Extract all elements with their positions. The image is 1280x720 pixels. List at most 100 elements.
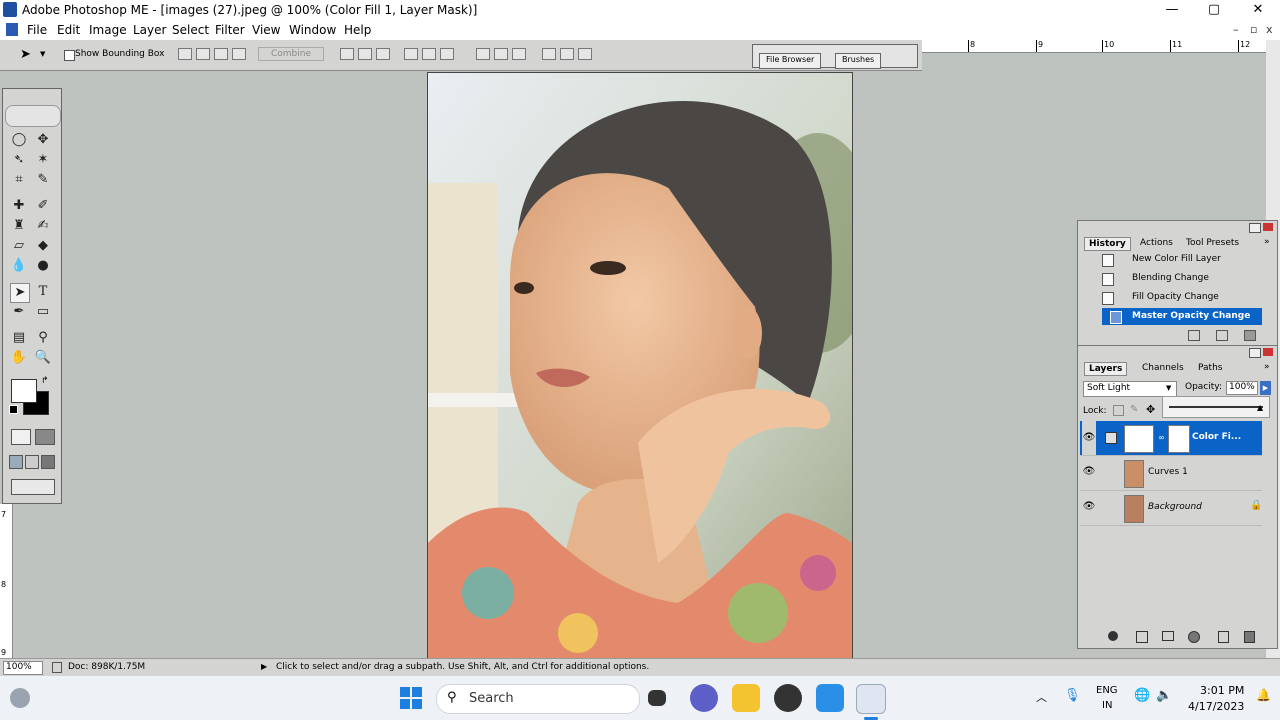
add-mask-icon[interactable] — [1136, 631, 1148, 643]
start-button[interactable] — [400, 687, 422, 709]
quick-mask-mode-icon[interactable] — [35, 429, 55, 445]
file-explorer-icon[interactable] — [732, 684, 760, 712]
clone-stamp-tool-icon[interactable]: ♜ — [10, 217, 28, 235]
slice-tool-icon[interactable]: ✎ — [34, 171, 52, 189]
search-box[interactable]: ⚲ Search — [436, 684, 640, 714]
tab-history[interactable]: History — [1084, 237, 1131, 251]
blur-tool-icon[interactable]: 💧 — [10, 257, 28, 275]
path-add-icon[interactable] — [178, 48, 192, 60]
microphone-icon[interactable]: 🎙 — [1064, 688, 1081, 703]
align-vcenter-icon[interactable] — [358, 48, 372, 60]
menu-image[interactable]: Image — [89, 23, 127, 37]
new-snapshot-icon[interactable] — [1216, 330, 1228, 341]
chevron-up-icon[interactable]: ︿ — [1036, 689, 1047, 705]
photoshop-taskbar-icon[interactable] — [856, 684, 886, 714]
maximize-button[interactable]: ▢ — [1192, 0, 1236, 20]
menu-window[interactable]: Window — [289, 23, 336, 37]
language-top[interactable]: ENG — [1096, 685, 1118, 696]
tab-actions[interactable]: Actions — [1136, 237, 1177, 249]
eraser-tool-icon[interactable]: ▱ — [10, 237, 28, 255]
healing-brush-tool-icon[interactable]: ✚ — [10, 197, 28, 215]
close-button[interactable]: ✕ — [1236, 0, 1280, 20]
history-brush-tool-icon[interactable]: ✍ — [34, 217, 52, 235]
document-icon[interactable] — [6, 23, 18, 36]
path-subtract-icon[interactable] — [196, 48, 210, 60]
language-bottom[interactable]: IN — [1102, 700, 1112, 711]
screen-mode-standard-icon[interactable] — [9, 455, 23, 469]
widgets-icon[interactable] — [10, 688, 30, 708]
doc-size-info[interactable]: Doc: 898K/1.75M — [68, 662, 145, 672]
store-icon[interactable] — [816, 684, 844, 712]
task-view-icon[interactable] — [648, 690, 666, 706]
add-layer-style-icon[interactable] — [1108, 631, 1118, 641]
align-right-icon[interactable] — [440, 48, 454, 60]
path-selection-tool-icon[interactable]: ➤ — [10, 283, 30, 303]
opacity-arrow-button[interactable]: ▶ — [1260, 381, 1271, 395]
document-canvas[interactable] — [427, 72, 853, 660]
notes-tool-icon[interactable]: ▤ — [10, 329, 28, 347]
visibility-eye-icon[interactable]: 👁 — [1082, 466, 1096, 477]
panel-minimize-button[interactable] — [1249, 223, 1261, 233]
layer-mask-thumbnail[interactable] — [1168, 425, 1190, 453]
tab-layers[interactable]: Layers — [1084, 362, 1128, 376]
distribute-right-icon[interactable] — [578, 48, 592, 60]
lock-transparent-icon[interactable] — [1113, 405, 1124, 416]
trash-icon[interactable] — [1244, 330, 1256, 341]
tab-brushes[interactable]: Brushes — [835, 53, 882, 69]
menu-filter[interactable]: Filter — [215, 23, 245, 37]
zoom-tool-icon[interactable]: 🔍 — [34, 349, 52, 367]
doc-close-button[interactable]: x — [1266, 23, 1273, 36]
network-icon[interactable]: 🌐 — [1134, 688, 1150, 703]
status-menu-arrow-icon[interactable]: ▶ — [261, 662, 267, 671]
layer-row[interactable]: 👁 Curves 1 — [1080, 456, 1262, 491]
menu-layer[interactable]: Layer — [133, 23, 166, 37]
visibility-eye-icon[interactable]: 👁 — [1082, 421, 1096, 455]
new-layer-icon[interactable] — [1218, 631, 1229, 643]
hand-tool-icon[interactable]: ✋ — [10, 349, 28, 367]
minimize-button[interactable]: — — [1150, 0, 1194, 20]
swap-colors-icon[interactable]: ↱ — [41, 376, 49, 386]
panel-close-button[interactable] — [1263, 348, 1273, 356]
jump-to-imageready-icon[interactable] — [11, 479, 55, 495]
layer-row-selected[interactable]: 👁 ∞ Color Fi... — [1080, 421, 1262, 456]
distribute-bottom-icon[interactable] — [512, 48, 526, 60]
default-colors-icon[interactable] — [9, 405, 18, 414]
marquee-tool-icon[interactable]: ◯ — [10, 131, 28, 149]
zoom-field[interactable]: 100% — [3, 661, 43, 675]
menu-help[interactable]: Help — [344, 23, 371, 37]
distribute-left-icon[interactable] — [542, 48, 556, 60]
opacity-field[interactable]: 100% — [1226, 381, 1258, 395]
tab-file-browser[interactable]: File Browser — [759, 53, 822, 69]
new-set-icon[interactable] — [1162, 631, 1174, 641]
menu-edit[interactable]: Edit — [57, 23, 80, 37]
menu-file[interactable]: File — [27, 23, 47, 37]
notification-icon[interactable]: 🔔 — [1256, 688, 1271, 702]
panel-menu-icon[interactable]: » — [1264, 362, 1270, 372]
distribute-top-icon[interactable] — [476, 48, 490, 60]
menu-view[interactable]: View — [252, 23, 280, 37]
type-tool-icon[interactable]: T — [34, 283, 52, 301]
chat-app-icon[interactable] — [690, 684, 718, 712]
blend-mode-select[interactable]: Soft Light ▼ — [1083, 381, 1177, 397]
dodge-tool-icon[interactable]: ● — [34, 257, 52, 275]
opacity-slider[interactable]: ▲ — [1162, 396, 1270, 418]
foreground-color-swatch[interactable] — [11, 379, 37, 403]
magic-wand-tool-icon[interactable]: ✶ — [34, 151, 52, 169]
curves-thumbnail[interactable] — [1124, 460, 1144, 488]
tab-tool-presets[interactable]: Tool Presets — [1182, 237, 1243, 249]
standard-mode-icon[interactable] — [11, 429, 31, 445]
chevron-down-icon[interactable]: ▼ — [40, 50, 45, 58]
background-thumbnail[interactable] — [1124, 495, 1144, 523]
clock-date[interactable]: 4/17/2023 — [1188, 700, 1244, 713]
browser-icon[interactable] — [774, 684, 802, 712]
move-arrow-icon[interactable]: ➤ — [20, 47, 31, 62]
new-adjustment-layer-icon[interactable] — [1188, 631, 1200, 643]
fill-thumbnail[interactable] — [1124, 425, 1154, 453]
align-left-icon[interactable] — [404, 48, 418, 60]
combine-button[interactable]: Combine — [258, 47, 325, 61]
lock-position-icon[interactable]: ✥ — [1146, 403, 1155, 416]
align-hcenter-icon[interactable] — [422, 48, 436, 60]
opacity-slider-thumb[interactable]: ▲ — [1257, 403, 1263, 412]
lock-image-icon[interactable]: ✎ — [1130, 404, 1138, 415]
link-icon[interactable]: ∞ — [1158, 433, 1165, 442]
